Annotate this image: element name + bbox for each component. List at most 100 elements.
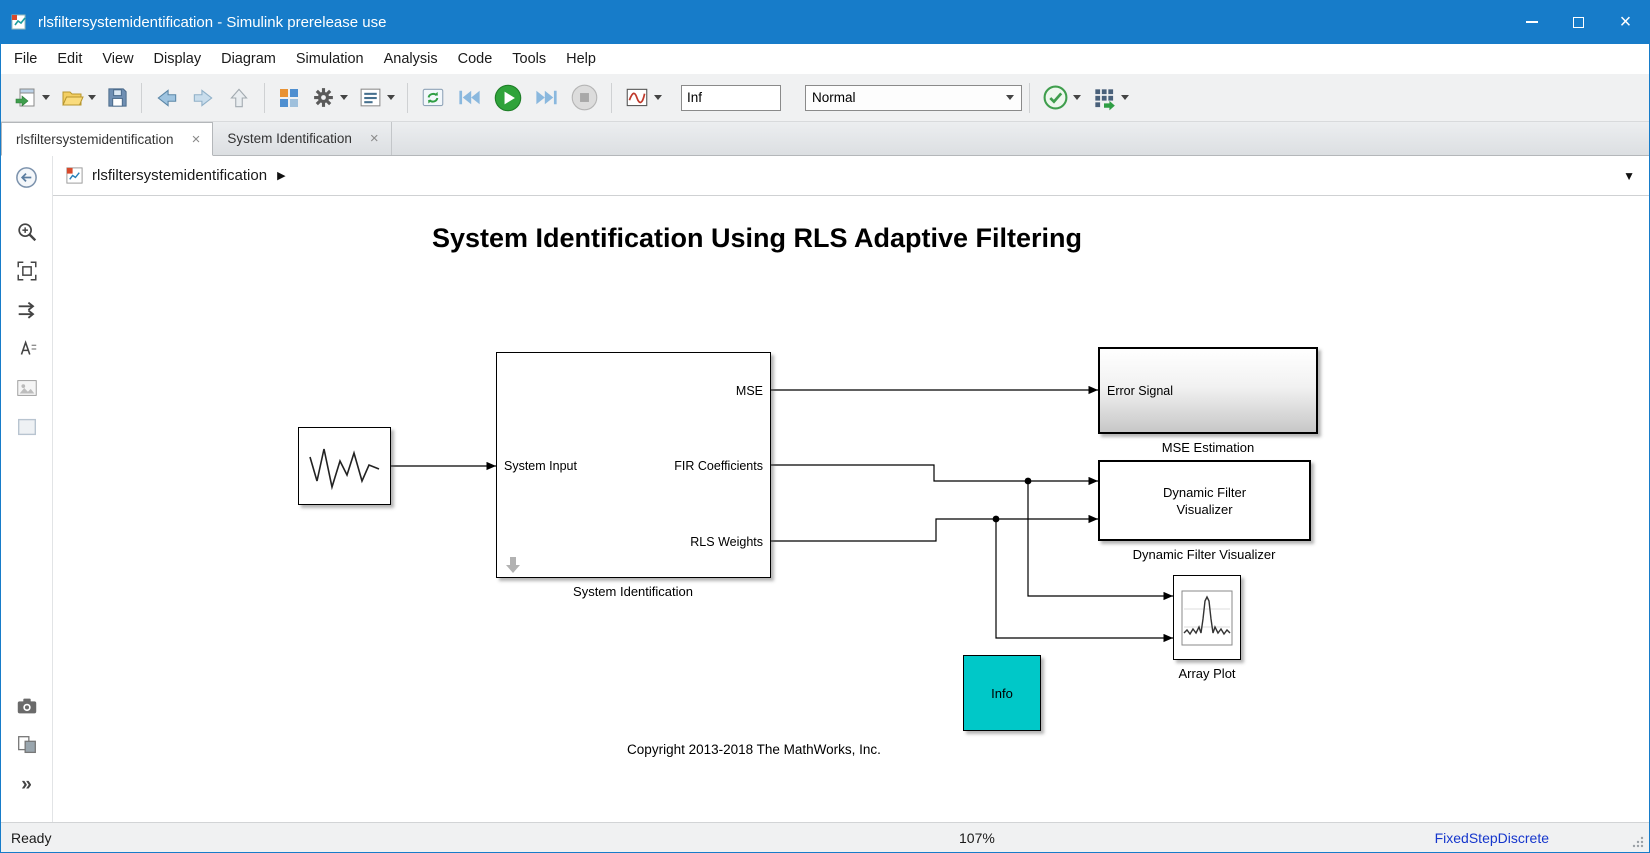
- toolbar-separator: [264, 83, 265, 113]
- signal-source-block[interactable]: [298, 427, 391, 505]
- update-diagram-button[interactable]: [416, 82, 450, 114]
- step-back-button[interactable]: [452, 81, 487, 114]
- menu-diagram[interactable]: Diagram: [211, 46, 286, 72]
- menu-help[interactable]: Help: [556, 46, 606, 72]
- breadcrumb-model[interactable]: rlsfiltersystemidentification: [92, 167, 267, 184]
- dropdown-caret-icon: [387, 95, 395, 100]
- menu-display[interactable]: Display: [144, 46, 212, 72]
- stop-time-input[interactable]: [681, 85, 781, 111]
- dynamic-filter-visualizer-block[interactable]: Dynamic Filter Visualizer: [1098, 460, 1311, 541]
- select-caret-icon: [1006, 95, 1014, 100]
- menu-edit[interactable]: Edit: [47, 46, 92, 72]
- zoom-in-button[interactable]: [10, 219, 44, 245]
- close-icon: ×: [1620, 12, 1632, 32]
- image-button[interactable]: [10, 375, 44, 401]
- editor-content: rlsfiltersystemidentification ▶ ▼ System…: [53, 156, 1649, 822]
- maximize-button[interactable]: [1555, 0, 1602, 44]
- expand-chevrons-icon: »: [21, 775, 32, 794]
- panels-icon: [15, 733, 39, 757]
- sim-mode-value: Normal: [812, 90, 856, 105]
- browser-toggle-icon: [14, 165, 39, 190]
- titlebar[interactable]: rlsfiltersystemidentification - Simulink…: [1, 0, 1649, 44]
- error-signal-label: Error Signal: [1107, 384, 1173, 398]
- toolbar-separator: [141, 83, 142, 113]
- menu-file[interactable]: File: [4, 46, 47, 72]
- area-icon: [15, 415, 39, 439]
- waveform-icon: [306, 435, 384, 497]
- scope-icon: [624, 85, 650, 111]
- model-config-button[interactable]: [307, 82, 352, 113]
- browser-toggle-button[interactable]: [10, 164, 44, 190]
- fit-to-view-button[interactable]: [10, 258, 44, 284]
- left-toolbar: »: [1, 156, 53, 822]
- minimize-icon: [1526, 21, 1538, 23]
- run-button[interactable]: [489, 80, 527, 116]
- tab-close-icon[interactable]: ×: [370, 131, 379, 146]
- save-button[interactable]: [102, 83, 133, 112]
- status-text: Ready: [11, 830, 51, 846]
- breadcrumb-arrow-icon[interactable]: ▶: [277, 169, 285, 182]
- build-button[interactable]: [1087, 82, 1133, 114]
- menu-simulation[interactable]: Simulation: [286, 46, 374, 72]
- panels-button[interactable]: [10, 732, 44, 758]
- tab-label: rlsfiltersystemidentification: [16, 132, 174, 147]
- library-browser-icon: [277, 86, 301, 110]
- annotation-icon: [15, 337, 39, 361]
- expand-button[interactable]: »: [10, 771, 44, 797]
- stop-button[interactable]: [566, 80, 603, 115]
- info-block[interactable]: Info: [963, 655, 1041, 731]
- dropdown-caret-icon: [42, 95, 50, 100]
- forward-button[interactable]: [186, 82, 220, 114]
- viewmark-button[interactable]: [10, 693, 44, 719]
- double-arrow-button[interactable]: [10, 297, 44, 323]
- simulation-display-button[interactable]: [620, 82, 666, 114]
- open-button[interactable]: [56, 83, 100, 113]
- image-icon: [15, 376, 39, 400]
- system-identification-block[interactable]: System Input MSE FIR Coefficients RLS We…: [496, 352, 771, 578]
- open-folder-icon: [60, 86, 84, 110]
- step-forward-icon: [533, 84, 560, 111]
- menu-code[interactable]: Code: [448, 46, 503, 72]
- new-model-button[interactable]: [10, 83, 54, 113]
- branch-point: [1025, 478, 1032, 485]
- double-arrow-icon: [15, 298, 39, 322]
- tab-system-identification[interactable]: System Identification ×: [213, 122, 391, 155]
- port-label-mse: MSE: [736, 384, 763, 398]
- sim-mode-select[interactable]: Normal: [805, 85, 1022, 111]
- back-button[interactable]: [150, 82, 184, 114]
- mse-estimation-block[interactable]: Error Signal: [1098, 347, 1318, 434]
- window-controls: ×: [1508, 0, 1649, 44]
- toolbar-separator: [611, 83, 612, 113]
- menu-view[interactable]: View: [92, 46, 143, 72]
- tab-rlsfiltersystemidentification[interactable]: rlsfiltersystemidentification ×: [1, 122, 213, 156]
- fit-to-view-icon: [15, 259, 39, 283]
- close-button[interactable]: ×: [1602, 0, 1649, 44]
- subsystem-arrow-icon: [504, 556, 522, 574]
- tab-bar: rlsfiltersystemidentification × System I…: [1, 122, 1649, 156]
- toolbar-separator: [407, 83, 408, 113]
- area-button[interactable]: [10, 414, 44, 440]
- model-icon: [65, 166, 84, 185]
- up-button[interactable]: [222, 82, 256, 114]
- model-settings-button[interactable]: [354, 82, 399, 113]
- array-plot-block[interactable]: [1173, 575, 1241, 660]
- annotation-button[interactable]: [10, 336, 44, 362]
- caption-dynamic-filter-visualizer: Dynamic Filter Visualizer: [1133, 547, 1276, 562]
- menu-tools[interactable]: Tools: [502, 46, 556, 72]
- menu-analysis[interactable]: Analysis: [374, 46, 448, 72]
- verify-button[interactable]: [1038, 81, 1085, 114]
- library-browser-button[interactable]: [273, 83, 305, 113]
- tab-close-icon[interactable]: ×: [192, 132, 201, 147]
- build-icon: [1091, 85, 1117, 111]
- dfv-label-line1: Dynamic Filter: [1163, 484, 1246, 501]
- caption-system-identification: System Identification: [573, 584, 693, 599]
- step-forward-button[interactable]: [529, 81, 564, 114]
- solver-link[interactable]: FixedStepDiscrete: [1435, 830, 1549, 846]
- toolbar-separator: [1029, 83, 1030, 113]
- diagram-canvas[interactable]: System Identification Using RLS Adaptive…: [53, 196, 1649, 822]
- breadcrumb-dropdown-icon[interactable]: ▼: [1623, 169, 1635, 183]
- port-label-rls-weights: RLS Weights: [690, 535, 763, 549]
- minimize-button[interactable]: [1508, 0, 1555, 44]
- simulink-window: rlsfiltersystemidentification - Simulink…: [0, 0, 1650, 853]
- resize-grip-icon[interactable]: [1631, 835, 1645, 849]
